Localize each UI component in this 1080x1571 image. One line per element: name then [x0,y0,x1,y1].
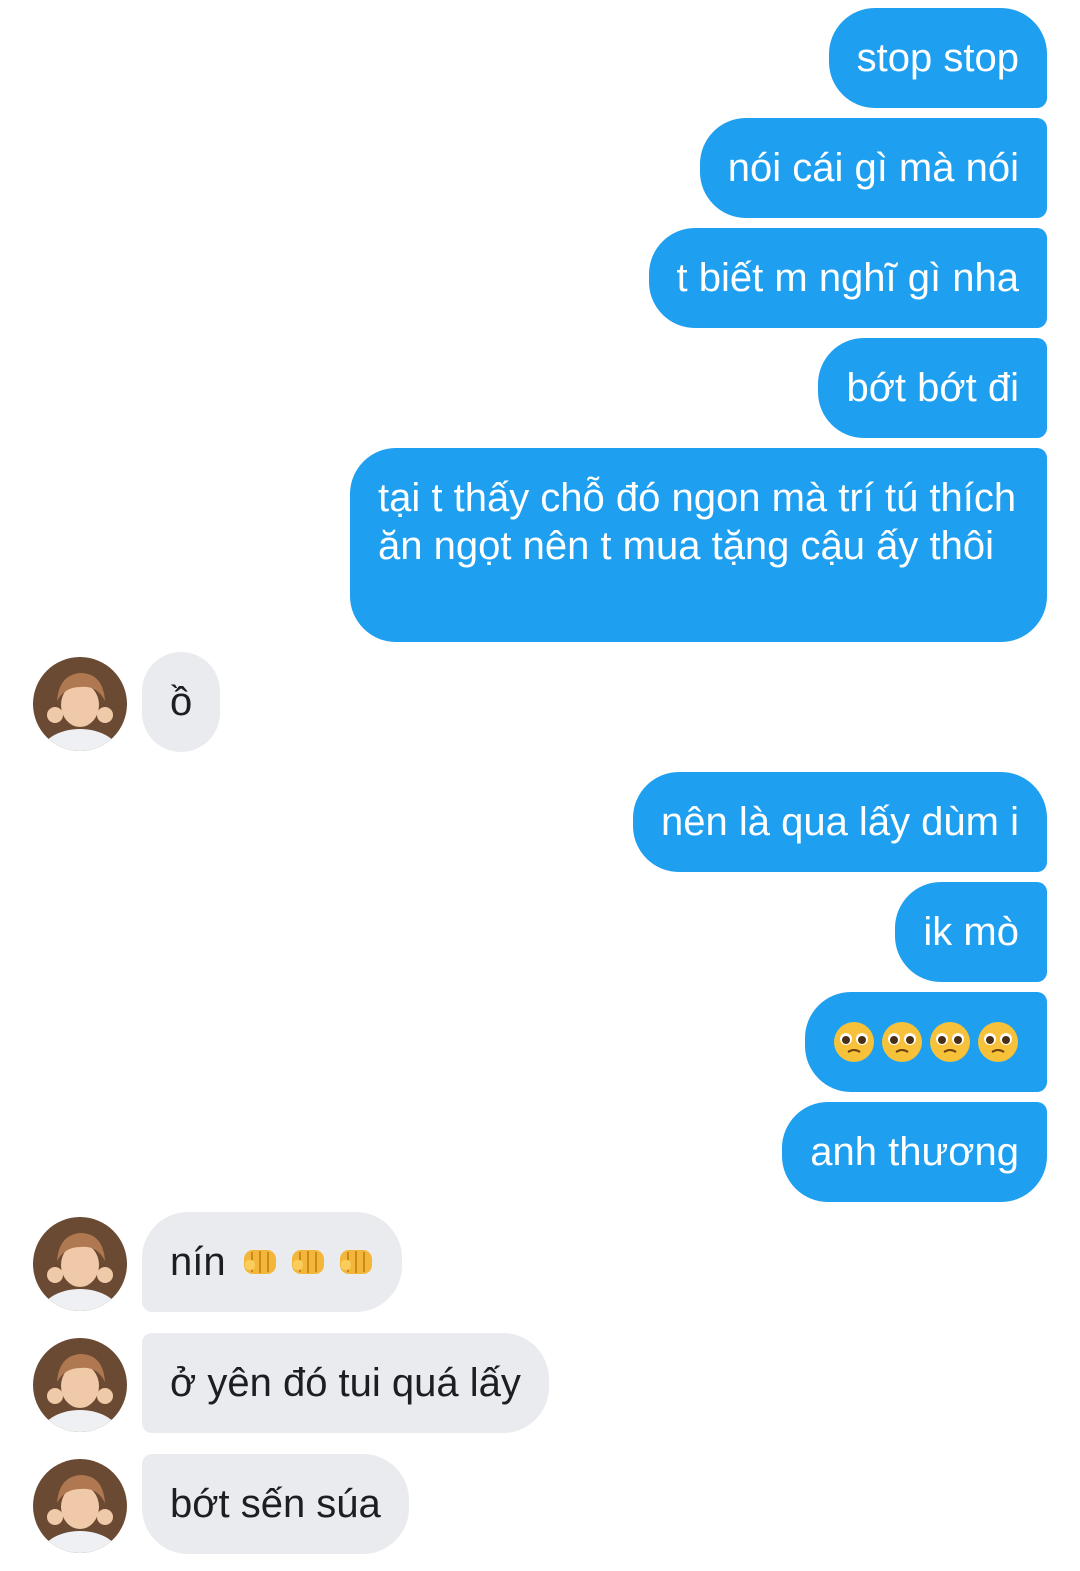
message-bubble-outgoing[interactable]: ik mò [895,882,1047,982]
message-text: t biết m nghĩ gì nha [676,256,1019,300]
message-text: bớt sến súa [170,1482,381,1526]
message-text: nên là qua lấy dùm i [660,800,1019,844]
pleading-face-icon [930,1022,970,1062]
pleading-face-icon [834,1022,874,1062]
message-text: anh thương [810,1130,1019,1174]
message-bubble-incoming[interactable]: nín [142,1212,402,1312]
message-text: ồ [170,680,193,724]
avatar-photo-icon [33,1459,127,1553]
message-bubble-incoming[interactable]: bớt sến súa [142,1454,409,1554]
message-bubble-outgoing[interactable]: tại t thấy chỗ đó ngon mà trí tú thích ă… [350,448,1047,642]
contact-avatar[interactable] [33,657,127,751]
message-bubble-outgoing[interactable] [805,992,1047,1092]
message-bubble-outgoing[interactable]: anh thương [782,1102,1047,1202]
message-bubble-outgoing[interactable]: t biết m nghĩ gì nha [648,228,1047,328]
emoji-row [833,1021,1019,1063]
oncoming-fist-icon [291,1250,324,1274]
message-text: nín [170,1240,226,1284]
message-bubble-incoming[interactable]: ở yên đó tui quá lấy [142,1333,549,1433]
message-text: ik mò [923,910,1019,954]
avatar-photo-icon [33,657,127,751]
message-text: nói cái gì mà nói [727,146,1019,190]
message-bubble-outgoing[interactable]: nên là qua lấy dùm i [632,772,1047,872]
oncoming-fist-icon [243,1250,276,1274]
message-text: ở yên đó tui quá lấy [170,1361,521,1405]
pleading-face-icon [978,1022,1018,1062]
message-bubble-outgoing[interactable]: bớt bớt đi [818,338,1047,438]
contact-avatar[interactable] [33,1217,127,1311]
contact-avatar[interactable] [33,1338,127,1432]
avatar-photo-icon [33,1217,127,1311]
pleading-face-icon [882,1022,922,1062]
oncoming-fist-icon [339,1250,372,1274]
message-text: stop stop [856,36,1019,80]
message-bubble-incoming[interactable]: ồ [142,652,221,752]
message-bubble-outgoing[interactable]: nói cái gì mà nói [699,118,1047,218]
emoji-row [242,1246,374,1278]
message-text: bớt bớt đi [846,366,1019,410]
avatar-photo-icon [33,1338,127,1432]
message-text: tại t thấy chỗ đó ngon mà trí tú thích ă… [378,476,1017,568]
message-bubble-outgoing[interactable]: stop stop [828,8,1047,108]
contact-avatar[interactable] [33,1459,127,1553]
